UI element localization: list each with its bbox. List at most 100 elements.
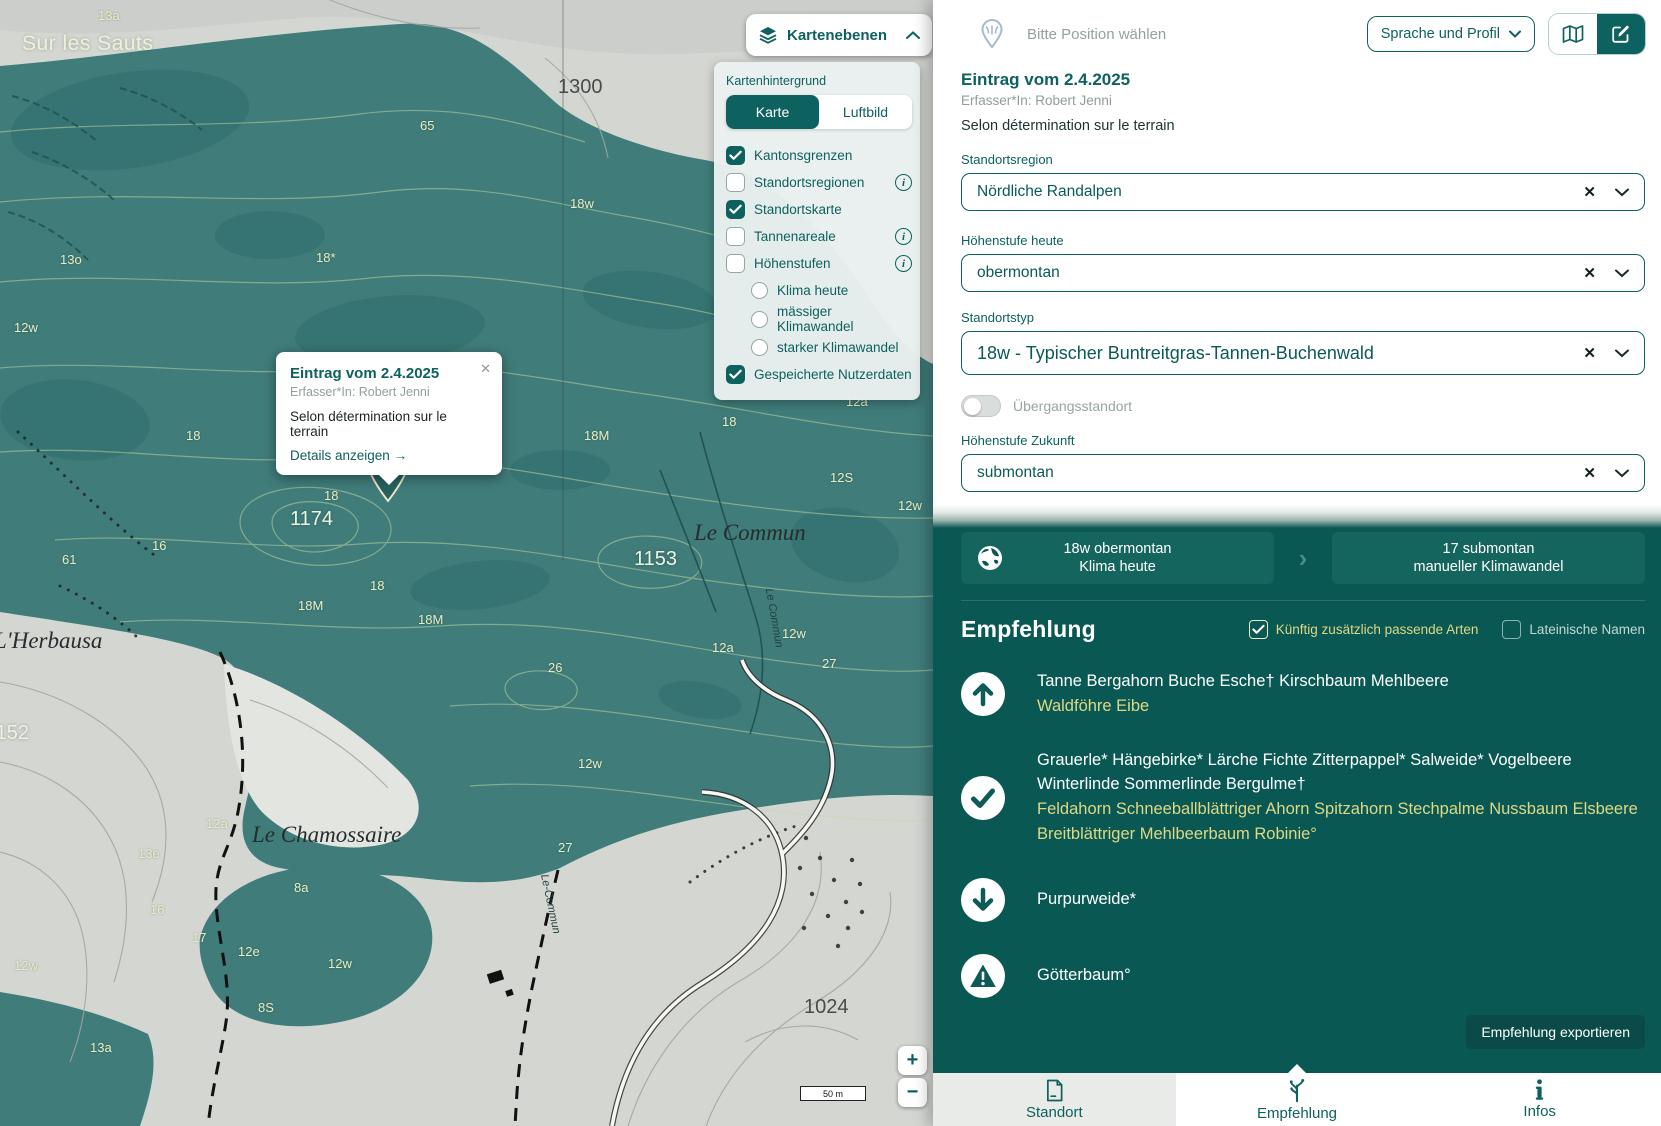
background-tabs: Karte Luftbild <box>726 95 912 129</box>
layer-label: Standortsregionen <box>754 175 864 190</box>
entry-note: Selon détermination sur le terrain <box>961 118 1645 134</box>
popup-note: Selon détermination sur le terrain <box>290 409 488 439</box>
region-clear-icon[interactable]: ✕ <box>1583 183 1596 201</box>
layer-label: Kantonsgrenzen <box>754 148 852 163</box>
map-canvas[interactable]: Sur les Sauts13a13006518w13o18*12w1818M1… <box>0 0 933 1126</box>
saved-user-data-row[interactable]: Gespeicherte Nutzerdaten <box>726 361 912 388</box>
layers-panel-title: Kartenebenen <box>787 27 887 44</box>
climate-today-line2: Klima heute <box>1079 559 1156 575</box>
entry-info: Eintrag vom 2.4.2025 Erfasser*In: Robert… <box>961 70 1645 134</box>
tab-luftbild[interactable]: Luftbild <box>819 95 912 129</box>
export-recommendation-button[interactable]: Empfehlung exportieren <box>1466 1015 1645 1049</box>
transition-site-label: Übergangsstandort <box>1013 398 1132 414</box>
elevation-today-field-label: Höhenstufe heute <box>961 233 1645 248</box>
nav-tab-infos[interactable]: Infos <box>1418 1073 1661 1126</box>
arrow-down-circle-icon <box>961 878 1005 922</box>
nav-label-empfehlung: Empfehlung <box>1257 1105 1337 1122</box>
species-line: Winterlinde Sommerlinde Bergulme† <box>1037 774 1638 796</box>
climate-today-card[interactable]: 18w obermontan Klima heute <box>961 532 1274 584</box>
species-line: Götterbaum° <box>1037 965 1131 987</box>
species-line: Tanne Bergahorn Buche Esche† Kirschbaum … <box>1037 671 1449 693</box>
elevation-today-value: obermontan <box>977 264 1060 282</box>
chevron-down-icon[interactable] <box>1615 269 1629 278</box>
zoom-in-button[interactable]: + <box>898 1046 927 1075</box>
recommendation-group: Götterbaum° <box>961 954 1645 998</box>
language-profile-button[interactable]: Sprache und Profil <box>1367 16 1535 52</box>
region-value: Nördliche Randalpen <box>977 183 1122 201</box>
elevation-future-select[interactable]: submontan ✕ <box>961 454 1645 492</box>
chevron-down-icon <box>1509 30 1521 38</box>
species-line: Breitblättriger Mehlbeerbaum Robinie° <box>1037 824 1638 846</box>
species-line: Purpurweide* <box>1037 889 1136 911</box>
site-type-clear-icon[interactable]: ✕ <box>1583 344 1596 362</box>
chevron-down-icon[interactable] <box>1615 188 1629 197</box>
radio-icon <box>751 311 768 328</box>
popup-author: Erfasser*In: Robert Jenni <box>290 385 488 399</box>
layer-row[interactable]: Standortskarte <box>726 196 912 223</box>
site-type-select[interactable]: 18w - Typischer Buntreitgras-Tannen-Buch… <box>961 331 1645 375</box>
radio-label: Klima heute <box>777 283 848 298</box>
radio-label: starker Klimawandel <box>777 340 899 355</box>
view-mode-switch <box>1549 14 1645 54</box>
side-panel: Bitte Position wählen Sprache und Profil <box>933 0 1661 1126</box>
species-lines: Tanne Bergahorn Buche Esche† Kirschbaum … <box>1037 671 1449 718</box>
info-icon[interactable]: i <box>895 255 912 272</box>
section-fade <box>933 504 1661 528</box>
future-species-checkbox[interactable]: Künftig zusätzlich passende Arten <box>1249 620 1479 639</box>
globe-icon <box>977 545 1003 571</box>
map-layers-toggle-button[interactable]: Kartenebenen <box>746 14 932 56</box>
popup-title: Eintrag vom 2.4.2025 <box>290 365 488 382</box>
nav-label-infos: Infos <box>1523 1103 1556 1120</box>
checkbox-checked-icon <box>726 146 745 165</box>
species-line: Grauerle* Hängebirke* Lärche Fichte Zitt… <box>1037 750 1638 772</box>
edit-pencil-icon <box>1611 24 1631 44</box>
popup-close-icon[interactable]: ✕ <box>480 361 491 377</box>
climate-future-line1: 17 submontan <box>1443 541 1535 557</box>
climate-future-card[interactable]: 17 submontan manueller Klimawandel <box>1332 532 1645 584</box>
recommendation-group: Grauerle* Hängebirke* Lärche Fichte Zitt… <box>961 750 1645 846</box>
elevation-today-select[interactable]: obermontan ✕ <box>961 254 1645 292</box>
tab-karte[interactable]: Karte <box>726 95 819 129</box>
chevron-down-icon[interactable] <box>1615 349 1629 358</box>
position-pin-icon <box>979 19 1005 49</box>
zoom-out-button[interactable]: − <box>898 1078 927 1107</box>
entry-title: Eintrag vom 2.4.2025 <box>961 70 1645 90</box>
language-profile-label: Sprache und Profil <box>1381 26 1500 42</box>
elevation-future-clear-icon[interactable]: ✕ <box>1583 464 1596 482</box>
region-select[interactable]: Nördliche Randalpen ✕ <box>961 173 1645 211</box>
document-icon <box>1045 1079 1064 1102</box>
map-view-button[interactable] <box>1549 14 1597 54</box>
panel-header: Bitte Position wählen Sprache und Profil <box>961 14 1645 54</box>
latin-names-checkbox[interactable]: Lateinische Namen <box>1502 620 1645 639</box>
chevron-up-icon[interactable] <box>906 31 920 40</box>
elevation-future-value: submontan <box>977 464 1054 482</box>
species-lines: Purpurweide* <box>1037 889 1136 911</box>
layer-label: Tannenareale <box>754 229 836 244</box>
popup-details-link[interactable]: Details anzeigen → <box>290 448 488 463</box>
chevron-down-icon[interactable] <box>1615 469 1629 478</box>
info-icon[interactable]: i <box>895 174 912 191</box>
species-lines: Götterbaum° <box>1037 965 1131 987</box>
climate-radio-option[interactable]: Klima heute <box>726 277 912 304</box>
nav-tab-standort[interactable]: Standort <box>933 1073 1176 1126</box>
nav-tab-empfehlung[interactable]: Empfehlung <box>1176 1073 1419 1126</box>
climate-radio-option[interactable]: starker Klimawandel <box>726 334 912 361</box>
info-icon[interactable]: i <box>895 228 912 245</box>
layer-row[interactable]: Standortsregionen i <box>726 169 912 196</box>
edit-view-button[interactable] <box>1597 14 1645 54</box>
chevron-right-icon: › <box>1274 543 1332 574</box>
position-hint-text: Bitte Position wählen <box>1027 26 1166 43</box>
layer-row[interactable]: Kantonsgrenzen <box>726 142 912 169</box>
check-circle-icon <box>961 776 1005 820</box>
checkbox-unchecked-icon <box>726 227 745 246</box>
future-species-label: Künftig zusätzlich passende Arten <box>1276 622 1479 637</box>
climate-radio-option[interactable]: mässiger Klimawandel <box>726 304 912 334</box>
climate-today-line1: 18w obermontan <box>1063 541 1171 557</box>
transition-site-toggle[interactable] <box>961 395 1001 417</box>
layer-row[interactable]: Tannenareale i <box>726 223 912 250</box>
layer-row[interactable]: Höhenstufeni <box>726 250 912 277</box>
checkbox-unchecked-icon <box>1502 620 1521 639</box>
elevation-today-clear-icon[interactable]: ✕ <box>1583 264 1596 282</box>
layers-icon <box>758 25 778 45</box>
info-icon <box>1535 1079 1544 1101</box>
